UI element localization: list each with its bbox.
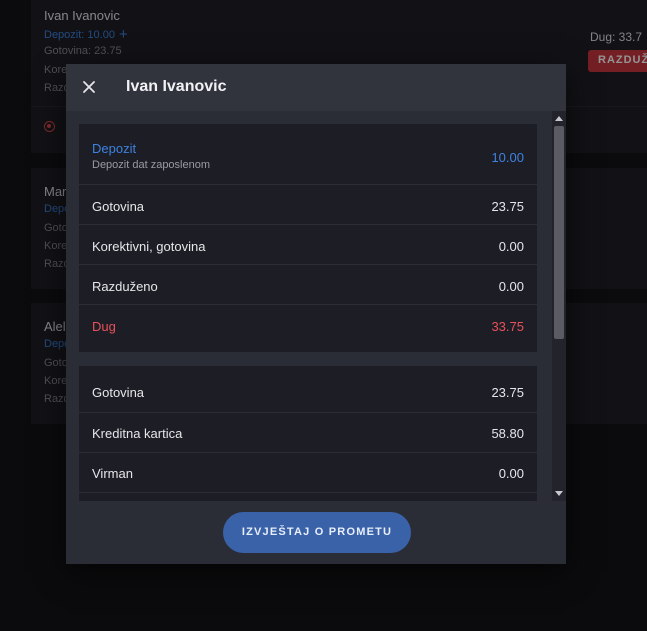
dialog-header: Ivan Ivanovic (66, 64, 566, 111)
debt-row: Dug 33.75 (79, 305, 537, 345)
row-value: 0.00 (498, 279, 524, 294)
row-value: 23.75 (491, 385, 524, 400)
deposit-value: 10.00 (491, 150, 524, 165)
payments-panel: Gotovina 23.75 Kreditna kartica 58.80 Vi… (79, 366, 537, 501)
row-value: 0.00 (498, 239, 524, 254)
row-value: 58.80 (491, 426, 524, 441)
debt-value: 33.75 (491, 319, 524, 334)
row-value: 23.75 (491, 199, 524, 214)
turnover-report-button[interactable]: IZVJEŠTAJ O PROMETU (223, 512, 411, 553)
dialog-title: Ivan Ivanovic (126, 78, 227, 95)
deposit-label: Depozit (92, 141, 137, 156)
deposit-description: Depozit dat zaposlenom (92, 159, 211, 171)
row-label: Gotovina (92, 385, 145, 400)
row-label: Virman (92, 466, 133, 481)
debt-label: Dug (92, 319, 116, 334)
row-label: Gotovina (92, 199, 145, 214)
row-label: Kreditna kartica (92, 426, 183, 441)
employee-details-dialog: Ivan Ivanovic Depozit Depozit dat zaposl… (66, 64, 566, 564)
dialog-content[interactable]: Depozit Depozit dat zaposlenom 10.00 Got… (66, 111, 566, 501)
payment-transfer-row: Virman 0.00 (79, 453, 537, 493)
close-icon[interactable] (80, 78, 98, 96)
deposit-row: Depozit Depozit dat zaposlenom 10.00 (79, 124, 537, 185)
balance-panel: Depozit Depozit dat zaposlenom 10.00 Got… (79, 124, 537, 352)
scrollbar[interactable] (552, 111, 566, 501)
scroll-up-icon[interactable] (555, 116, 563, 121)
corrective-cash-row: Korektivni, gotovina 0.00 (79, 225, 537, 265)
payment-card-row: Kreditna kartica 58.80 (79, 413, 537, 453)
scrollbar-thumb[interactable] (554, 126, 564, 339)
cash-row: Gotovina 23.75 (79, 185, 537, 225)
payment-cash-row: Gotovina 23.75 (79, 366, 537, 413)
row-value: 0.00 (498, 466, 524, 481)
row-label: Korektivni, gotovina (92, 239, 206, 254)
row-label: Razduženo (92, 279, 158, 294)
scroll-down-icon[interactable] (555, 491, 563, 496)
settled-row: Razduženo 0.00 (79, 265, 537, 305)
